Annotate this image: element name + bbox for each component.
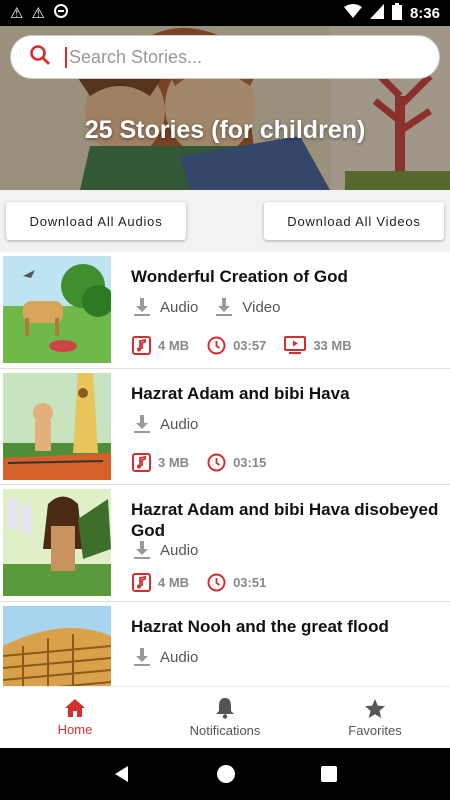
battery-icon	[391, 2, 402, 24]
download-audio-button[interactable]: Audio	[134, 648, 198, 666]
story-meta: 3 MB 03:15	[132, 453, 266, 472]
nav-home-label: Home	[57, 722, 93, 737]
story-title[interactable]: Wonderful Creation of God	[131, 266, 441, 287]
nav-favorites[interactable]: Favorites	[300, 687, 450, 748]
music-note-icon	[132, 336, 151, 355]
bottom-navigation: Home Notifications Favorites	[0, 686, 450, 748]
home-icon	[65, 699, 85, 717]
download-video-button[interactable]: Video	[216, 298, 280, 316]
bell-icon	[216, 698, 234, 719]
download-icon	[134, 541, 150, 559]
nav-home[interactable]: Home	[0, 687, 150, 748]
warning-icon: ⚠	[31, 5, 45, 22]
music-note-icon	[132, 453, 151, 472]
story-thumbnail[interactable]	[3, 256, 111, 363]
download-actions: Audio	[134, 541, 198, 559]
wifi-icon	[343, 3, 362, 23]
duration: 03:51	[207, 573, 266, 592]
story-thumbnail[interactable]	[3, 489, 111, 596]
story-meta: 4 MB 03:57 33 MB	[132, 336, 352, 355]
page-title: 25 Stories (for children)	[84, 116, 366, 144]
list-item[interactable]: Hazrat Nooh and the great flood Audio	[0, 602, 450, 686]
nav-favorites-label: Favorites	[348, 722, 402, 738]
music-note-icon	[132, 573, 151, 592]
search-bar[interactable]	[10, 35, 440, 79]
list-item[interactable]: Hazrat Adam and bibi Hava Audio 3 MB 03:…	[0, 369, 450, 485]
story-title[interactable]: Hazrat Adam and bibi Hava disobeyed God	[131, 499, 441, 541]
back-icon[interactable]	[112, 764, 132, 784]
clock: 8:36	[409, 4, 440, 22]
audio-label: Audio	[160, 298, 199, 316]
audio-label: Audio	[160, 648, 199, 666]
story-title[interactable]: Hazrat Nooh and the great flood	[131, 616, 441, 637]
download-icon	[134, 648, 150, 666]
duration: 03:15	[207, 453, 266, 472]
video-size: 33 MB	[284, 336, 352, 355]
signal-icon	[369, 3, 384, 23]
video-label: Video	[242, 298, 281, 316]
audio-size: 4 MB	[132, 336, 189, 355]
story-list[interactable]: Wonderful Creation of God Audio Video 4 …	[0, 252, 450, 686]
star-icon	[365, 698, 385, 718]
story-thumbnail[interactable]	[3, 373, 111, 480]
home-circle-icon[interactable]	[216, 764, 236, 784]
download-icon	[134, 415, 150, 433]
download-actions: Audio	[134, 648, 198, 666]
search-icon	[29, 44, 51, 71]
story-meta: 4 MB 03:51	[132, 573, 266, 592]
clock-icon	[207, 573, 226, 592]
download-audio-button[interactable]: Audio	[134, 298, 198, 316]
download-icon	[216, 298, 233, 316]
video-screen-icon	[284, 336, 307, 354]
nav-notifications[interactable]: Notifications	[150, 687, 300, 748]
list-item[interactable]: Wonderful Creation of God Audio Video 4 …	[0, 252, 450, 369]
download-audio-button[interactable]: Audio	[134, 415, 198, 433]
audio-size: 3 MB	[132, 453, 189, 472]
audio-label: Audio	[160, 415, 199, 433]
story-title[interactable]: Hazrat Adam and bibi Hava	[131, 383, 441, 404]
download-all-videos-button[interactable]: Download All Videos	[264, 202, 444, 240]
recents-icon[interactable]	[320, 765, 338, 783]
clock-icon	[207, 336, 226, 355]
download-icon	[134, 298, 150, 316]
status-bar: ⚠ ⚠ 8:36	[0, 0, 450, 26]
download-all-row: Download All Audios Download All Videos	[0, 190, 450, 252]
download-actions: Audio Video	[134, 298, 280, 316]
warning-icon: ⚠	[10, 5, 24, 22]
header-banner: 25 Stories (for children)	[0, 26, 450, 190]
download-actions: Audio	[134, 415, 198, 433]
clock-icon	[207, 453, 226, 472]
search-input[interactable]	[65, 46, 405, 68]
story-thumbnail[interactable]	[3, 606, 111, 686]
notification-icon	[53, 3, 69, 23]
audio-label: Audio	[160, 541, 199, 559]
audio-size: 4 MB	[132, 573, 189, 592]
nav-notifications-label: Notifications	[189, 723, 261, 738]
download-all-audios-button[interactable]: Download All Audios	[6, 202, 186, 240]
system-navigation-bar	[0, 748, 450, 800]
list-item[interactable]: Hazrat Adam and bibi Hava disobeyed God …	[0, 485, 450, 602]
duration: 03:57	[207, 336, 266, 355]
download-audio-button[interactable]: Audio	[134, 541, 198, 559]
